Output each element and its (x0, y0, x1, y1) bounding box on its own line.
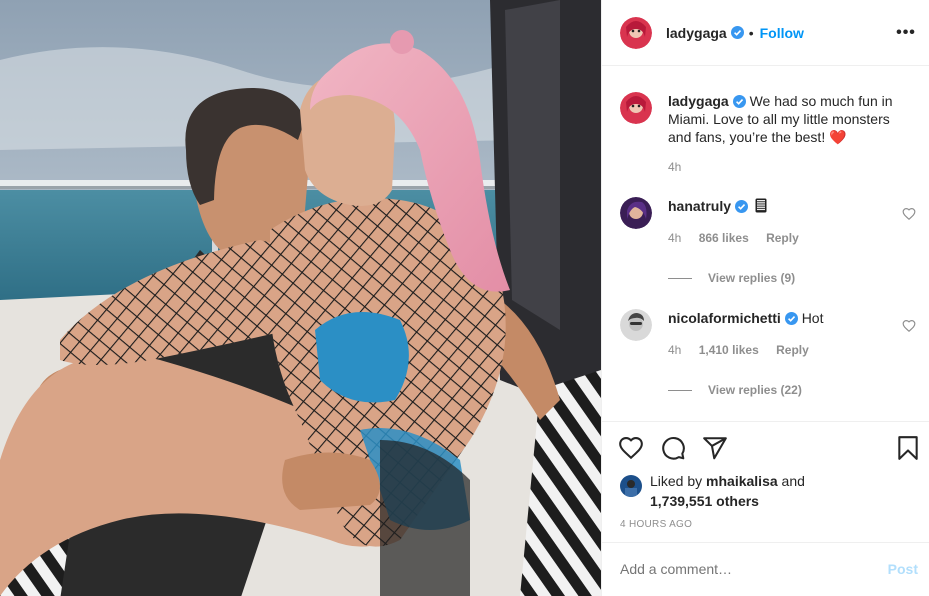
verified-badge-icon (735, 200, 749, 213)
view-replies-label: View replies (22) (708, 383, 802, 397)
verified-badge-icon (784, 312, 798, 325)
comment-username[interactable]: hanatruly (668, 198, 731, 214)
comment-username[interactable]: nicolaformichetti (668, 310, 781, 326)
add-comment-bar: Post (602, 542, 929, 596)
caption-meta: 4h (668, 158, 916, 176)
header-separator: • (748, 24, 754, 41)
comment-icon[interactable] (660, 435, 686, 461)
replies-divider (668, 277, 692, 279)
heart-icon[interactable] (618, 435, 644, 461)
comment-time[interactable]: 4h (668, 343, 681, 357)
add-comment-input[interactable] (620, 561, 860, 577)
post-timestamp[interactable]: 4 HOURS AGO (620, 519, 692, 530)
replies-divider (668, 389, 692, 391)
comment-text-block: hanatruly (668, 197, 916, 215)
view-replies-button[interactable]: View replies (22) (668, 383, 802, 397)
comment-text: Hot (801, 310, 824, 326)
comment-likes[interactable]: 1,410 likes (699, 343, 759, 357)
comment-meta: 4h 1,410 likes Reply (668, 341, 916, 359)
comments-list: ladygaga We had so much fun in Miami. Lo… (602, 67, 929, 421)
caption-time[interactable]: 4h (668, 160, 681, 174)
view-replies-label: View replies (9) (708, 271, 796, 285)
avatar-commenter[interactable] (620, 197, 652, 229)
liked-by-prefix: Liked by (650, 473, 703, 489)
avatar-commenter[interactable] (620, 309, 652, 341)
bookmark-icon[interactable] (895, 435, 921, 461)
likes-text: Liked by mhaikalisa and 1,739,551 others (650, 471, 805, 511)
post-actions: Liked by mhaikalisa and 1,739,551 others… (602, 421, 929, 541)
like-comment-heart-icon[interactable] (902, 207, 916, 221)
avatar-author[interactable] (620, 92, 652, 124)
liked-by-and: and (781, 473, 805, 489)
liker-avatar[interactable] (620, 475, 642, 497)
verified-badge-icon (732, 95, 746, 108)
photo-illustration (0, 0, 601, 596)
instagram-post: ladygaga • Follow ••• ladygaga We had so… (0, 0, 929, 596)
comment-meta: 4h 866 likes Reply (668, 229, 916, 247)
comment-body: nicolaformichetti Hot 4h 1,410 likes Rep… (668, 309, 916, 359)
avatar-author[interactable] (620, 16, 652, 49)
verified-badge-icon (730, 26, 744, 39)
post-header: ladygaga • Follow ••• (602, 0, 929, 66)
follow-button[interactable]: Follow (760, 25, 804, 41)
liked-by-user[interactable]: mhaikalisa (706, 473, 778, 489)
more-options-icon[interactable]: ••• (894, 21, 918, 45)
post-side-panel: ladygaga • Follow ••• ladygaga We had so… (601, 0, 929, 596)
caption-body: ladygaga We had so much fun in Miami. Lo… (668, 92, 916, 176)
share-icon[interactable] (702, 435, 728, 461)
like-comment-heart-icon[interactable] (902, 319, 916, 333)
comment-body: hanatruly 4h 866 likes Reply (668, 197, 916, 247)
caption-text-block: ladygaga We had so much fun in Miami. Lo… (668, 92, 916, 146)
mobile-phone-emoji-icon (755, 198, 767, 213)
post-comment-button[interactable]: Post (888, 561, 918, 577)
comment-likes[interactable]: 866 likes (699, 231, 749, 245)
comment-time[interactable]: 4h (668, 231, 681, 245)
post-photo[interactable] (0, 0, 601, 596)
view-replies-button[interactable]: View replies (9) (668, 271, 795, 285)
caption-username[interactable]: ladygaga (668, 93, 729, 109)
author-username[interactable]: ladygaga (666, 25, 727, 41)
comment-text-block: nicolaformichetti Hot (668, 309, 916, 327)
likes-count[interactable]: 1,739,551 others (650, 493, 759, 509)
reply-button[interactable]: Reply (766, 231, 799, 245)
reply-button[interactable]: Reply (776, 343, 809, 357)
